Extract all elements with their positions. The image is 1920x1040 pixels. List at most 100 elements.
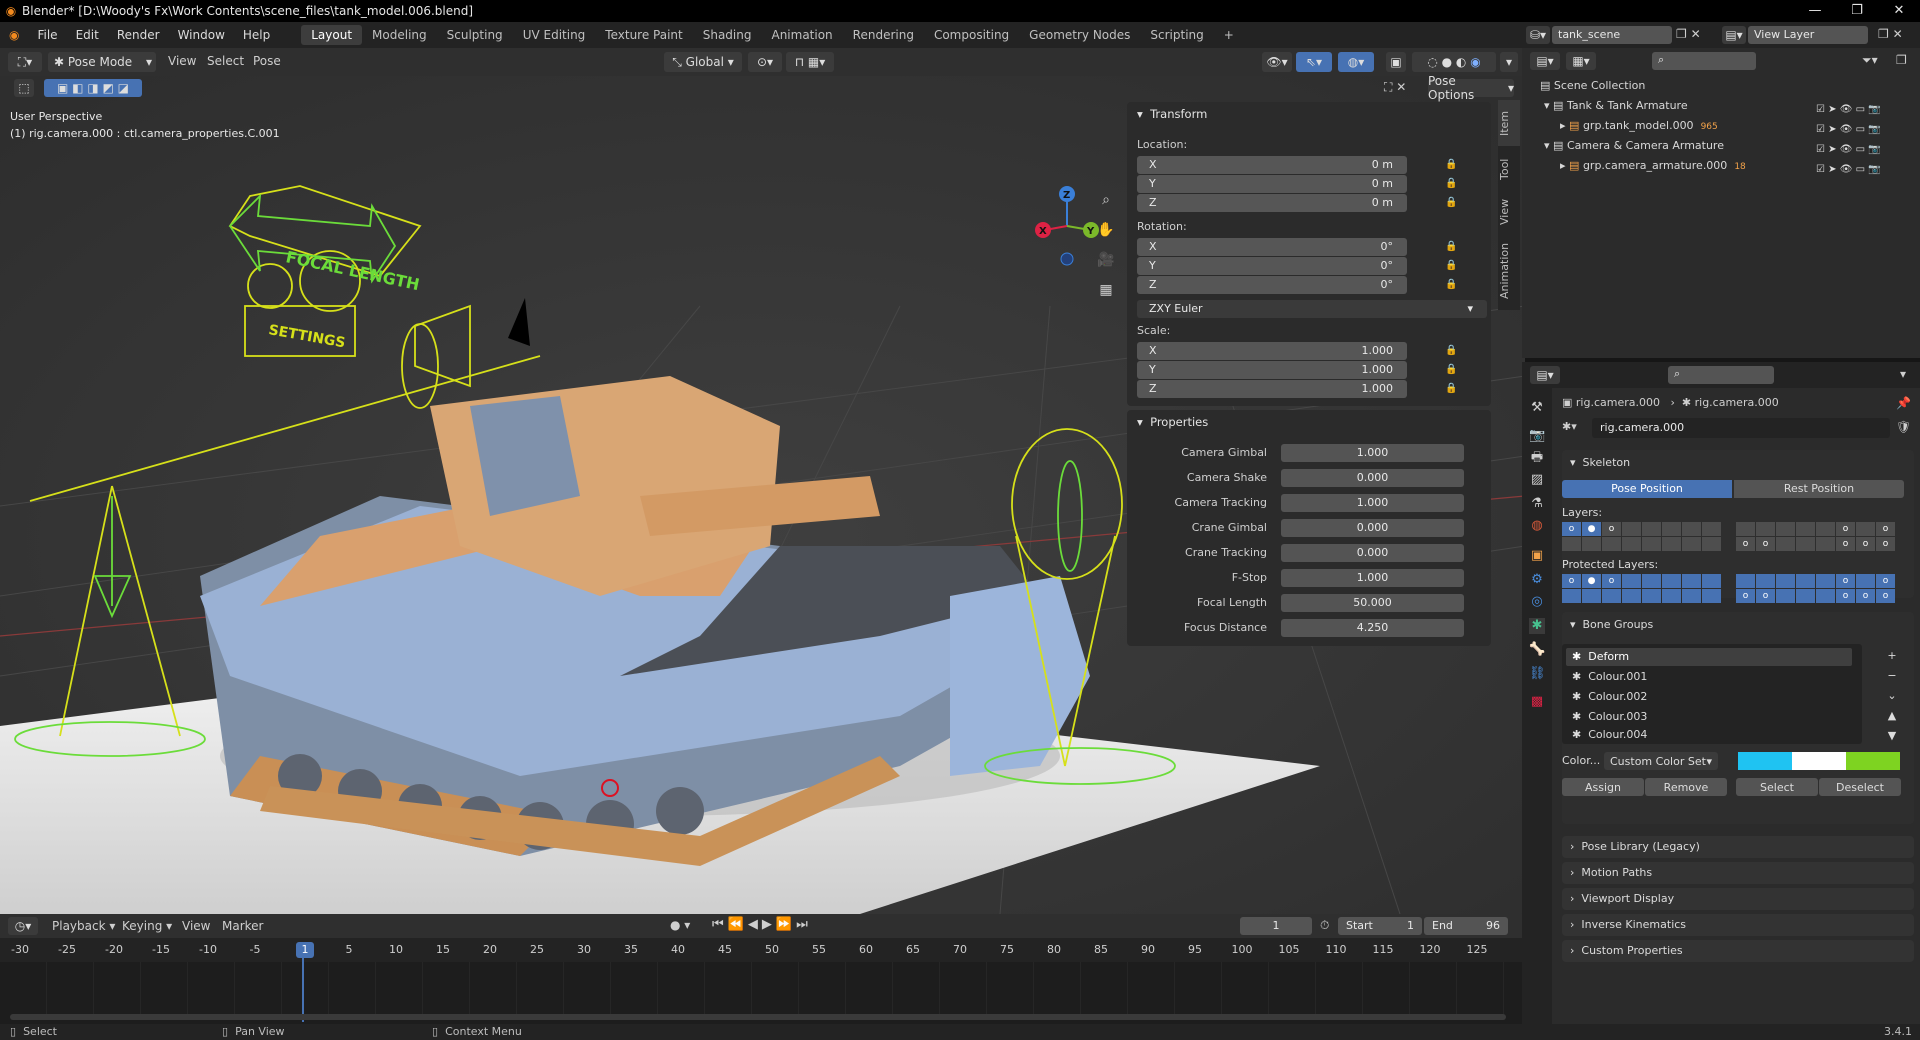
workspace-tab-compositing[interactable]: Compositing <box>924 25 1019 45</box>
lock-icon[interactable]: 🔒 <box>1445 260 1457 272</box>
properties-panel-header[interactable]: ▾ Properties <box>1127 410 1491 434</box>
list-item[interactable]: ✱ Colour.003 <box>1566 708 1653 725</box>
view-layer-selector[interactable]: View Layer <box>1748 26 1868 44</box>
timeline-editor-icon[interactable]: ◷▾ <box>8 917 38 935</box>
timeline-menu-view[interactable]: View <box>182 919 210 933</box>
rotation-y-field[interactable]: Y 0° <box>1137 257 1407 275</box>
zoom-icon[interactable]: ⌕ <box>1096 192 1116 212</box>
scene-selector[interactable]: tank_scene <box>1552 26 1672 44</box>
color-set-dropdown[interactable]: Custom Color Set ▾ <box>1604 752 1718 770</box>
world-tab-icon[interactable]: ◍ <box>1529 518 1545 534</box>
gizmo-toggle-icon[interactable]: ⇖▾ <box>1296 52 1332 72</box>
custom-properties-panel[interactable]: › Custom Properties <box>1562 940 1914 962</box>
assign-button[interactable]: Assign <box>1562 778 1644 796</box>
armature-datablock-field[interactable]: rig.camera.000 <box>1592 418 1890 438</box>
menu-help[interactable]: Help <box>234 28 279 42</box>
minimize-button[interactable]: — <box>1794 0 1836 22</box>
mode-selector[interactable]: ✱ Pose Mode ▾ <box>48 52 156 72</box>
location-z-field[interactable]: Z0 m <box>1137 194 1407 212</box>
close-button[interactable]: ✕ <box>1878 0 1920 22</box>
pose-library-panel[interactable]: › Pose Library (Legacy) <box>1562 836 1914 858</box>
modifier-tab-icon[interactable]: ⚙ <box>1529 572 1545 588</box>
select-tool-icon[interactable]: ⬚ <box>14 79 34 97</box>
crane-tracking-field[interactable]: 0.000 <box>1281 544 1464 562</box>
menu-window[interactable]: Window <box>169 28 234 42</box>
move-up-icon[interactable]: ▲ <box>1882 706 1902 726</box>
pose-options-dropdown[interactable]: Pose Options ▾ <box>1428 76 1514 102</box>
pin-icon[interactable]: 📌 <box>1896 396 1911 410</box>
rendered-shading-icon[interactable]: ◉ <box>1470 55 1480 69</box>
bone-constraint-tab-icon[interactable]: ⛓ <box>1529 666 1546 682</box>
lock-icon[interactable]: 🔒 <box>1445 241 1457 253</box>
snap-grid-icon[interactable]: ⛶ ✕ <box>1384 80 1406 95</box>
list-item[interactable]: ✱ Colour.002 <box>1566 688 1653 705</box>
viewport-menu-pose[interactable]: Pose <box>253 54 281 68</box>
layers-grid-left[interactable]: o ● o <box>1562 522 1721 551</box>
specials-menu-icon[interactable]: ⌄ <box>1882 686 1902 706</box>
output-tab-icon[interactable]: 🖶 <box>1529 450 1545 466</box>
menu-edit[interactable]: Edit <box>67 28 108 42</box>
scale-x-field[interactable]: X 1.000 <box>1137 342 1407 360</box>
transform-orientation-dropdown[interactable]: ⤡ Global ▾ <box>664 52 742 72</box>
fake-user-icon[interactable]: 🛡 <box>1896 420 1911 434</box>
new-collection-icon[interactable]: ❐ <box>1896 53 1907 67</box>
perspective-toggle-icon[interactable]: ▦ <box>1096 282 1116 302</box>
new-scene-icon[interactable]: ❐ ✕ <box>1676 27 1701 41</box>
inverse-kinematics-panel[interactable]: › Inverse Kinematics <box>1562 914 1914 936</box>
select-mode-icons[interactable]: ▣ ◧ ◨ ◩ ◪ <box>44 79 142 97</box>
workspace-tab-scripting[interactable]: Scripting <box>1140 25 1213 45</box>
preview-range-icon[interactable]: ⏱ <box>1320 918 1329 933</box>
viewport-display-panel[interactable]: › Viewport Display <box>1562 888 1914 910</box>
lock-icon[interactable]: 🔒 <box>1445 383 1457 395</box>
skeleton-panel-header[interactable]: ▾ Skeleton <box>1562 450 1914 475</box>
add-workspace-icon[interactable]: + <box>1214 25 1244 45</box>
restriction-row[interactable]: ☑ ➤ 👁 ▭ 📷 <box>1816 100 1881 120</box>
camera-view-icon[interactable]: 🎥 <box>1096 252 1116 272</box>
shading-modes[interactable]: ◌ ● ◐ ◉ <box>1412 52 1496 72</box>
lock-icon[interactable]: 🔒 <box>1445 364 1457 376</box>
tab-tool[interactable]: Tool <box>1498 150 1520 188</box>
workspace-tab-rendering[interactable]: Rendering <box>843 25 924 45</box>
pan-hand-icon[interactable]: ✋ <box>1096 222 1116 242</box>
workspace-tab-animation[interactable]: Animation <box>761 25 842 45</box>
crane-gimbal-field[interactable]: 0.000 <box>1281 519 1464 537</box>
visibility-icon[interactable]: 👁▾ <box>1262 52 1292 72</box>
restriction-row[interactable]: ☑ ➤ 👁 ▭ 📷 <box>1816 140 1881 160</box>
add-bone-group-icon[interactable]: + <box>1882 646 1902 666</box>
view-layer-tab-icon[interactable]: ▨ <box>1529 472 1545 488</box>
scale-z-field[interactable]: Z 1.000 <box>1137 380 1407 398</box>
bone-tab-icon[interactable]: 🦴 <box>1529 642 1545 658</box>
armature-data-tab-icon[interactable]: ✱ <box>1529 618 1545 634</box>
transform-panel-header[interactable]: ▾ Transform <box>1127 102 1491 126</box>
list-item[interactable]: ✱ Colour.004 <box>1566 728 1653 744</box>
filter-type-icon[interactable]: ▦▾ <box>1566 52 1596 70</box>
camera-shake-field[interactable]: 0.000 <box>1281 469 1464 487</box>
material-shading-icon[interactable]: ◐ <box>1456 55 1466 69</box>
location-x-field[interactable]: X0 m <box>1137 156 1407 174</box>
playback-controls[interactable]: ⏮⏪◀▶⏩⏭ <box>712 917 812 932</box>
workspace-tab-texture-paint[interactable]: Texture Paint <box>595 25 692 45</box>
workspace-tab-shading[interactable]: Shading <box>693 25 762 45</box>
lock-icon[interactable]: 🔒 <box>1445 159 1457 171</box>
location-y-field[interactable]: Y0 m <box>1137 175 1407 193</box>
menu-file[interactable]: File <box>28 28 66 42</box>
snap-icon[interactable]: ⊓ ▦▾ <box>786 52 834 72</box>
lock-icon[interactable]: 🔒 <box>1445 197 1457 209</box>
lock-icon[interactable]: 🔒 <box>1445 279 1457 291</box>
filter-icon[interactable]: ⏷▾ <box>1862 53 1878 68</box>
camera-tracking-field[interactable]: 1.000 <box>1281 494 1464 512</box>
pivot-point-icon[interactable]: ⊙▾ <box>748 52 782 72</box>
workspace-tab-layout[interactable]: Layout <box>301 25 363 45</box>
focal-length-field[interactable]: 50.000 <box>1281 594 1464 612</box>
f-stop-field[interactable]: 1.000 <box>1281 569 1464 587</box>
properties-editor-icon[interactable]: ▤▾ <box>1530 366 1560 384</box>
scene-tab-icon[interactable]: ⚗ <box>1529 496 1545 512</box>
protected-grid-left[interactable]: o ● o <box>1562 574 1721 603</box>
tab-animation[interactable]: Animation <box>1498 236 1520 306</box>
blender-menu-icon[interactable]: ◉ <box>0 28 28 42</box>
rotation-x-field[interactable]: X 0° <box>1137 238 1407 256</box>
shading-options-icon[interactable]: ▾ <box>1500 52 1518 72</box>
active-color-swatch[interactable] <box>1846 752 1900 770</box>
restriction-row[interactable]: ☑ ➤ 👁 ▭ 📷 <box>1816 160 1881 180</box>
object-tab-icon[interactable]: ▣ <box>1529 548 1545 564</box>
